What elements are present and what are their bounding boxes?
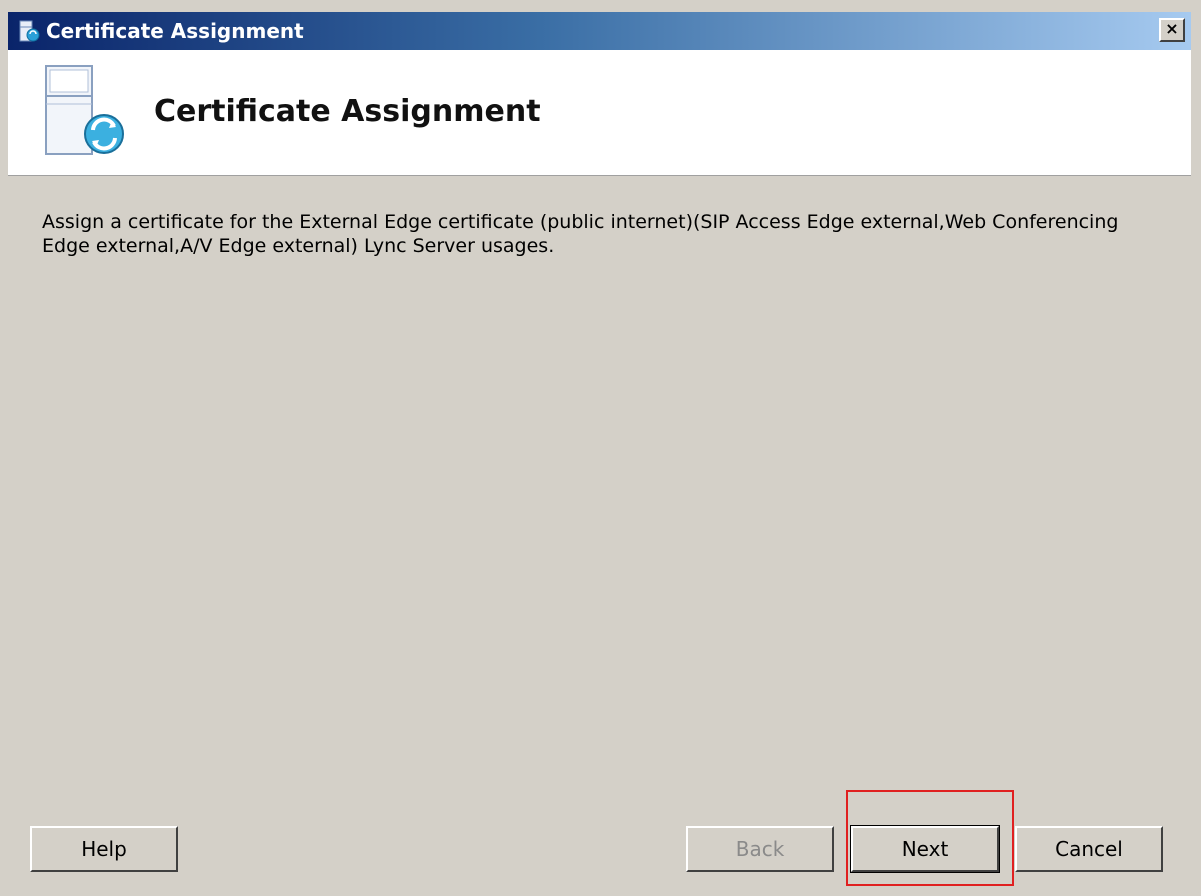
cancel-button[interactable]: Cancel	[1015, 826, 1163, 872]
window-title: Certificate Assignment	[46, 19, 304, 43]
app-icon	[18, 20, 40, 42]
server-sync-icon	[42, 64, 132, 164]
close-button[interactable]: ×	[1159, 18, 1185, 42]
next-button[interactable]: Next	[850, 825, 1000, 873]
help-button[interactable]: Help	[30, 826, 178, 872]
page-title: Certificate Assignment	[154, 94, 541, 129]
back-button[interactable]: Back	[686, 826, 834, 872]
close-icon: ×	[1165, 19, 1179, 38]
title-bar[interactable]: Certificate Assignment ×	[8, 12, 1191, 50]
certificate-assignment-dialog: Certificate Assignment × Certificate Ass…	[0, 0, 1201, 896]
description-text: Assign a certificate for the External Ed…	[42, 211, 1119, 257]
wizard-header: Certificate Assignment	[8, 50, 1191, 176]
